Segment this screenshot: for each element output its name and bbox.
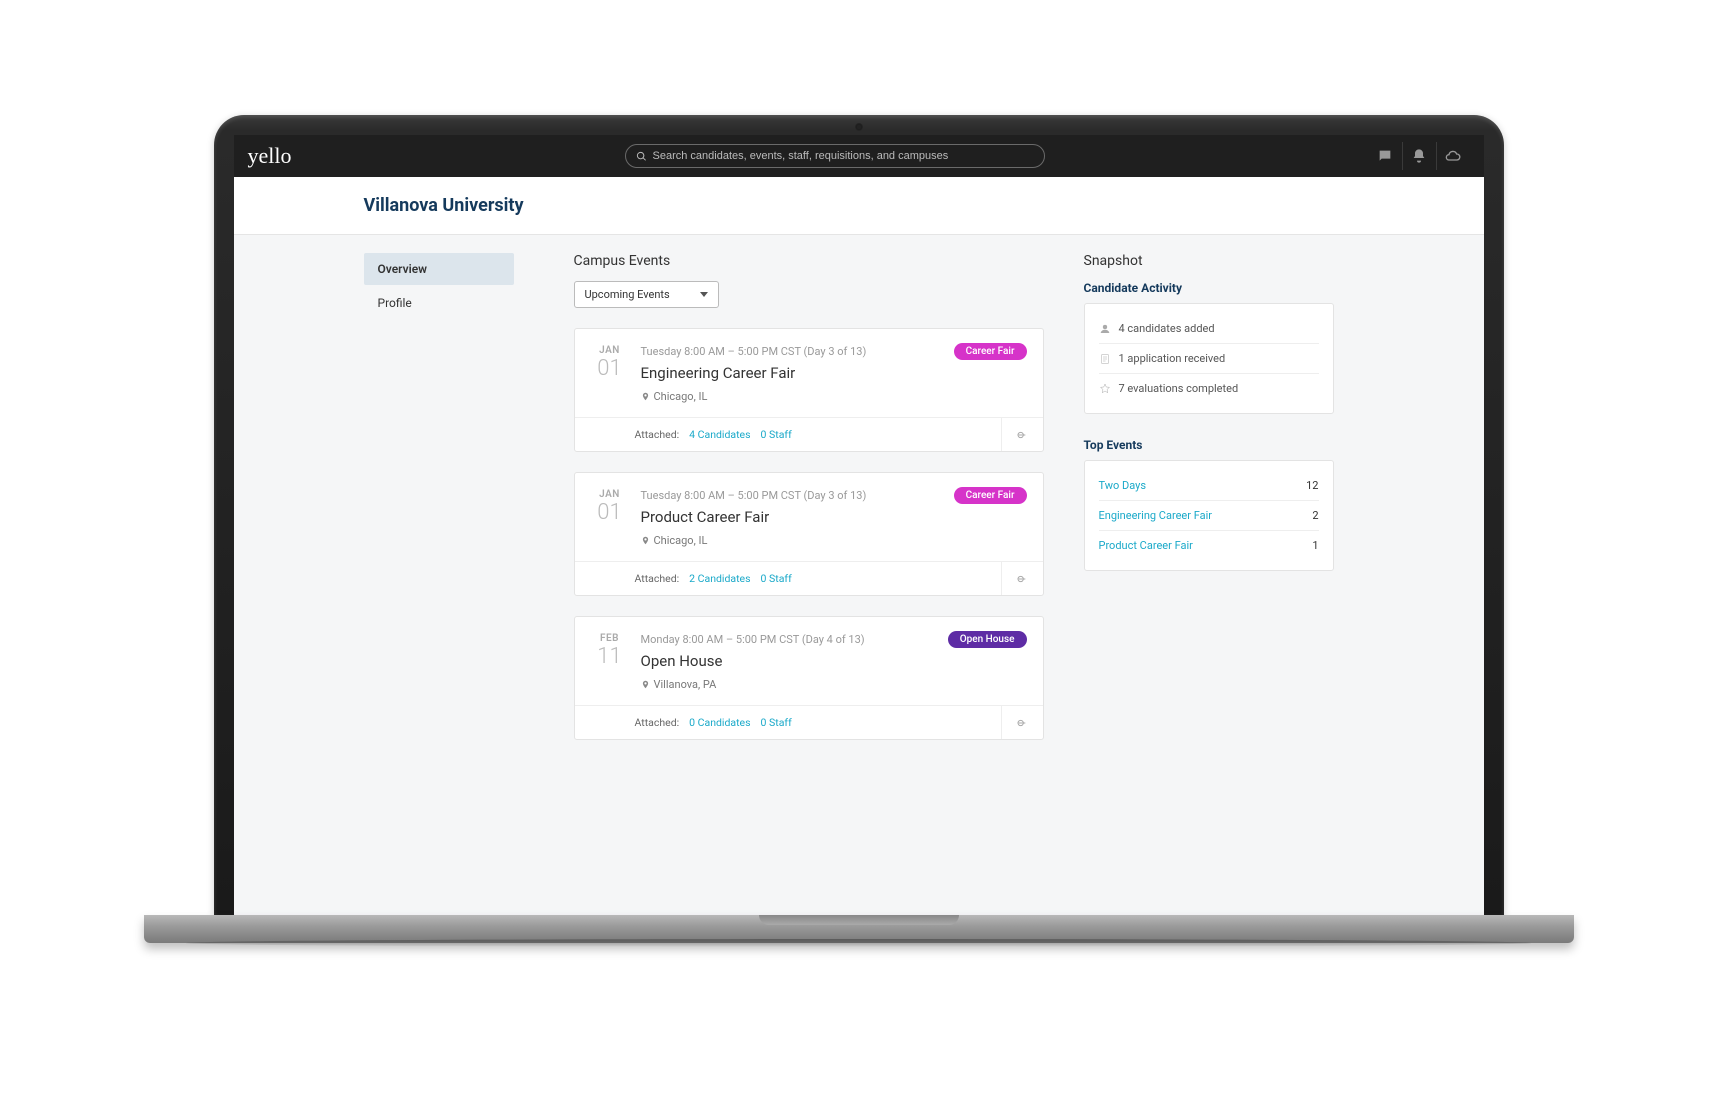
search-input[interactable] (653, 150, 1034, 162)
global-search[interactable] (625, 144, 1045, 168)
link-icon[interactable] (1001, 706, 1043, 739)
event-title: Product Career Fair (641, 508, 1025, 526)
staff-link[interactable]: 0 Staff (761, 572, 792, 585)
candidates-link[interactable]: 0 Candidates (689, 716, 750, 729)
top-event-link[interactable]: Engineering Career Fair (1099, 509, 1212, 522)
activity-text: 7 evaluations completed (1119, 382, 1239, 395)
notifications-icon[interactable] (1402, 142, 1436, 170)
event-title: Open House (641, 652, 1025, 670)
top-event-link[interactable]: Two Days (1099, 479, 1147, 492)
page-title: Villanova University (364, 195, 1484, 216)
sidebar: Overview Profile (364, 253, 514, 910)
snapshot-title: Snapshot (1084, 253, 1334, 269)
activity-text: 1 application received (1119, 352, 1226, 365)
event-tag: Career Fair (954, 487, 1027, 504)
event-day: 11 (593, 646, 627, 668)
event-card[interactable]: JAN 01 Tuesday 8:00 AM – 5:00 PM CST (Da… (574, 328, 1044, 452)
activity-row: 1 application received (1099, 344, 1319, 374)
candidates-link[interactable]: 4 Candidates (689, 428, 750, 441)
event-location-text: Villanova, PA (654, 678, 717, 691)
candidates-link[interactable]: 2 Candidates (689, 572, 750, 585)
star-icon (1099, 383, 1111, 395)
top-event-count: 2 (1312, 509, 1318, 522)
sidebar-item-profile[interactable]: Profile (364, 287, 514, 319)
attached-label: Attached: (635, 572, 680, 585)
attached-label: Attached: (635, 428, 680, 441)
top-events-title: Top Events (1084, 438, 1334, 452)
event-tag: Career Fair (954, 343, 1027, 360)
page-header: Villanova University (234, 177, 1484, 235)
event-title: Engineering Career Fair (641, 364, 1025, 382)
search-icon (636, 151, 647, 162)
activity-text: 4 candidates added (1119, 322, 1215, 335)
event-card[interactable]: FEB 11 Monday 8:00 AM – 5:00 PM CST (Day… (574, 616, 1044, 740)
top-events-panel: Two Days 12 Engineering Career Fair 2 Pr… (1084, 460, 1334, 571)
top-event-count: 1 (1312, 539, 1318, 552)
location-icon (641, 391, 650, 402)
link-icon[interactable] (1001, 418, 1043, 451)
event-location-text: Chicago, IL (654, 534, 708, 547)
top-event-link[interactable]: Product Career Fair (1099, 539, 1193, 552)
topbar: yello (234, 135, 1484, 177)
person-icon (1099, 323, 1111, 335)
activity-row: 4 candidates added (1099, 314, 1319, 344)
event-day: 01 (593, 358, 627, 380)
event-location-text: Chicago, IL (654, 390, 708, 403)
document-icon (1099, 353, 1111, 365)
event-month: FEB (593, 633, 627, 644)
attached-label: Attached: (635, 716, 680, 729)
event-card[interactable]: JAN 01 Tuesday 8:00 AM – 5:00 PM CST (Da… (574, 472, 1044, 596)
cloud-icon[interactable] (1436, 142, 1470, 170)
event-tag: Open House (948, 631, 1027, 648)
event-day: 01 (593, 502, 627, 524)
top-event-row: Product Career Fair 1 (1099, 531, 1319, 560)
campus-events-title: Campus Events (574, 253, 1044, 269)
event-month: JAN (593, 489, 627, 500)
candidate-activity-panel: 4 candidates added 1 application receive… (1084, 303, 1334, 414)
staff-link[interactable]: 0 Staff (761, 428, 792, 441)
chevron-down-icon (700, 292, 708, 297)
location-icon (641, 679, 650, 690)
activity-row: 7 evaluations completed (1099, 374, 1319, 403)
brand-logo: yello (248, 143, 302, 169)
events-filter-label: Upcoming Events (585, 288, 670, 301)
top-event-row: Engineering Career Fair 2 (1099, 501, 1319, 531)
top-event-row: Two Days 12 (1099, 471, 1319, 501)
link-icon[interactable] (1001, 562, 1043, 595)
event-month: JAN (593, 345, 627, 356)
events-filter-dropdown[interactable]: Upcoming Events (574, 281, 719, 308)
staff-link[interactable]: 0 Staff (761, 716, 792, 729)
messages-icon[interactable] (1368, 142, 1402, 170)
top-event-count: 12 (1306, 479, 1318, 492)
location-icon (641, 535, 650, 546)
candidate-activity-title: Candidate Activity (1084, 281, 1334, 295)
sidebar-item-overview[interactable]: Overview (364, 253, 514, 285)
